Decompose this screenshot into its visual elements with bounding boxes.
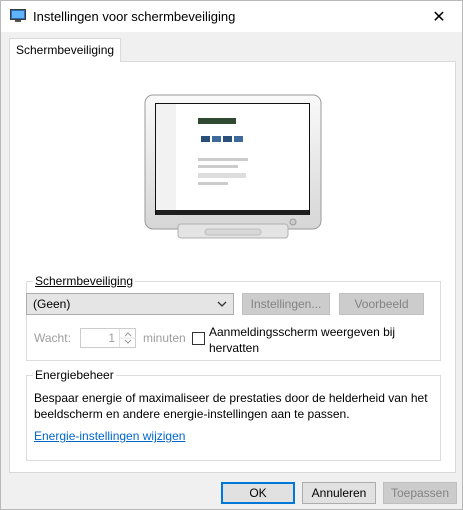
close-button[interactable]: ✕: [416, 1, 462, 32]
logon-checkbox[interactable]: [192, 332, 205, 345]
wait-minutes-stepper[interactable]: 1: [80, 328, 136, 348]
apply-button-label: Toepassen: [390, 486, 450, 500]
screensaver-select[interactable]: (Geen): [26, 293, 234, 315]
screensaver-select-value: (Geen): [33, 297, 71, 311]
cancel-button-label: Annuleren: [311, 486, 367, 500]
screensaver-settings-dialog: Instellingen voor schermbeveiliging ✕ Sc…: [0, 0, 463, 510]
logon-checkbox-label[interactable]: Aanmeldingsscherm weergeven bij hervatte…: [209, 324, 395, 356]
title-bar[interactable]: Instellingen voor schermbeveiliging ✕: [1, 1, 462, 32]
minutes-label: minuten: [143, 331, 186, 345]
close-icon: ✕: [432, 8, 446, 26]
chevron-down-icon: [217, 301, 227, 307]
logon-label-line1: Aanmeldingsscherm weergeven bij: [209, 325, 396, 339]
power-description-line1: Bespaar energie of maximaliseer de prest…: [34, 391, 428, 405]
power-description-line2: beeldscherm en andere energie-instelling…: [34, 407, 350, 421]
power-group-label: Energiebeheer: [33, 368, 116, 382]
preview-button-label: Voorbeeld: [354, 297, 409, 311]
wait-label: Wacht:: [34, 331, 71, 345]
settings-button-label: Instellingen...: [250, 297, 322, 311]
stepper-arrows[interactable]: [119, 329, 136, 347]
ok-button-label: OK: [249, 486, 267, 500]
screensaver-group-label: Schermbeveiliging: [33, 274, 136, 288]
window-title: Instellingen voor schermbeveiliging: [33, 9, 236, 24]
power-description: Bespaar energie of maximaliseer de prest…: [34, 390, 444, 422]
logon-label-line2: hervatten: [209, 341, 260, 355]
tab-screensaver[interactable]: Schermbeveiliging: [9, 38, 122, 62]
stepper-arrows-icon: [120, 332, 136, 344]
cancel-button[interactable]: Annuleren: [302, 482, 376, 504]
preview-button[interactable]: Voorbeeld: [339, 293, 424, 315]
settings-button[interactable]: Instellingen...: [242, 293, 330, 315]
apply-button[interactable]: Toepassen: [383, 482, 457, 504]
wait-minutes-value: 1: [108, 331, 115, 345]
power-settings-link[interactable]: Energie-instellingen wijzigen: [34, 429, 185, 443]
monitor-preview: [144, 94, 322, 239]
ok-button[interactable]: OK: [221, 482, 295, 504]
monitor-app-icon: [10, 9, 26, 22]
